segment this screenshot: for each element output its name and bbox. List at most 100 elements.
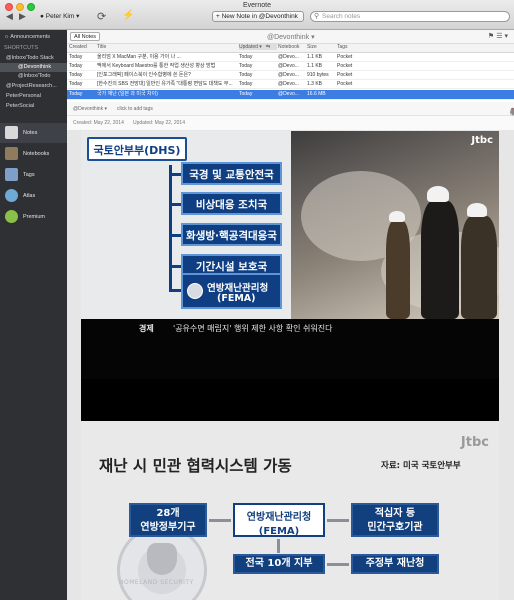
column-title[interactable]: Title [97,44,237,50]
back-arrow-icon[interactable]: ◀ [6,11,13,22]
shortcut-peter-personal[interactable]: PeterPersonal [0,92,67,101]
sync-icon[interactable]: ⟳ [97,10,106,23]
note-updated: Today [239,72,253,78]
account-menu[interactable]: ● Peter Kim ▾ [40,12,79,20]
tag-icon [5,168,18,181]
double-arrow-icon [209,519,231,522]
slide-title: 재난 시 민관 협력시스템 가동 [99,457,292,475]
note-row[interactable]: Today [한수진의 SBS 전망대] 일반인 유가족 "대통령 면담도 대책… [67,80,514,89]
note-editor-toolbar: @Devonthink ▾ click to add tags ⏰✉▣➦ⓘ🗑 [67,102,514,117]
note-notebook: @Devo... [278,72,299,78]
add-tags-field[interactable]: click to add tags [117,106,153,112]
view-options[interactable]: ⚑☰▾ [488,32,510,40]
firefighter-helmet [389,211,405,222]
sidebar-announcements[interactable]: ☼ Announcements [0,32,67,42]
note-title: [한수진의 SBS 전망대] 일반인 유가족 "대통령 면담도 대책도 무... [97,81,233,87]
chevron-down-icon: ▾ [76,13,80,20]
note-row-selected[interactable]: Today 국가 재난 (일본 과 미국 차이) Today @Devo... … [67,90,514,100]
tag-filter-icon[interactable]: ⚑ [488,33,496,40]
new-note-label: + New Note in @Devonthink [216,13,298,20]
slide-source: 자료: 미국 국토안부부 [381,461,461,471]
private-relief-box: 적십자 등 민간구호기관 [351,503,439,537]
note-created: Today [69,72,83,78]
forward-arrow-icon[interactable]: ▶ [19,11,26,22]
dhs-unit-box: 국경 및 교통안전국 [181,162,282,185]
note-row[interactable]: Today 울리엄 X MacMan 구분, 이용 가이 나 ... Today… [67,53,514,62]
sidebar-item-notebooks[interactable]: Notebooks [0,144,67,164]
sidebar-announcements-label: Announcements [10,34,51,40]
rescuer-helmet [427,186,449,202]
sidebar-item-label: Premium [23,214,46,220]
regional-offices-box: 전국 10개 지부 [233,554,325,574]
fema-line-2: (FEMA) [217,293,256,304]
note-updated-date: Updated: May 22, 2014 [133,120,185,126]
federal-agencies-box: 28개 연방정부기구 [129,503,207,537]
shortcut-project-research[interactable]: @ProjectResearch... [0,82,67,91]
caption-text: '공유수면 매립지' 행위 제한 사항 확인 쉬워진다 [173,324,333,333]
search-icon: ⚲ [314,13,320,20]
sidebar-item-notes[interactable]: Notes [0,123,67,143]
shortcut-inbox-todo-stack[interactable]: @Inbox/Todo Stack [0,54,67,63]
notebook-icon [5,147,18,160]
search-field[interactable]: ⚲ Search notes [310,11,510,22]
note-updated: Today [239,81,253,87]
arrow-icon [327,563,349,566]
note-notebook: @Devo... [278,81,299,87]
notes-icon [5,126,18,139]
note-created: Today [69,91,83,97]
announcement-icon: ☼ [4,34,10,40]
fema-box-line-1: 연방재난관리청 [246,512,312,523]
column-updated-label: Updated [239,44,258,50]
trash-icon[interactable]: 🗑 [510,108,514,116]
activity-icon[interactable]: ⚡ [122,10,134,21]
note-tags: Pocket [337,63,353,69]
shortcut-inbox-todo[interactable]: @Inbox/Todo [0,72,67,81]
shortcuts-header: SHORTCUTS [4,45,39,51]
note-updated: Today [239,91,253,97]
dhs-unit-box: 비상대응 조치국 [181,192,282,215]
news-caption: 경제 '공유수면 매립지' 행위 제한 사항 확인 쉬워진다 [81,319,499,379]
column-created[interactable]: Created [69,44,97,50]
rescuer-figure [421,201,459,319]
sidebar-item-label: Atlas [23,193,36,199]
sidebar-item-atlas[interactable]: Atlas [0,186,67,206]
column-size[interactable]: Size [307,44,335,50]
chevron-down-icon[interactable]: ▾ [504,33,510,40]
column-notebook[interactable]: Notebook [278,44,306,50]
current-notebook-context[interactable]: @Devonthink ▾ [267,33,315,41]
fema-box-line-2: (FEMA) [258,526,300,537]
note-size: 1.1 KB [307,63,323,69]
fema-box: 연방재난관리청 (FEMA) [233,503,325,537]
sidebar-item-label: Notes [23,130,38,136]
column-tags[interactable]: Tags [337,44,397,50]
sidebar-item-label: Notebooks [23,151,50,157]
note-updated: Today [239,54,253,60]
dhs-org-chart: 국토안부부(DHS) 국경 및 교통안전국 비상대응 조치국 화생방·핵공격대응… [81,131,291,319]
sidebar-item-tags[interactable]: Tags [0,165,67,185]
sync-column-icon[interactable]: ⇆ [266,44,276,50]
shortcut-label: PeterPersonal [6,93,41,99]
note-image-3: Jtbc 재난 시 민관 협력시스템 가동 자료: 미국 국토안부부 HOMEL… [81,421,499,600]
seal-text: HOMELAND SECURITY [119,579,194,586]
search-placeholder: Search notes [322,13,361,20]
note-notebook-selector[interactable]: @Devonthink ▾ [73,106,107,112]
note-row[interactable]: Today [인포그래픽] 페이스북이 인수합병에 쓴 돈은? Today @D… [67,71,514,80]
context-label: @Devonthink [267,34,310,41]
eagle-icon [147,543,177,575]
note-tags: Pocket [337,72,353,78]
note-updated: Today [239,63,253,69]
sidebar-item-premium[interactable]: Premium [0,207,67,227]
shortcut-peter-social[interactable]: PeterSocial [0,102,67,111]
connector-line [277,539,280,553]
note-created-date: Created: May 22, 2014 [73,120,124,126]
sidebar-item-label: Tags [23,172,35,178]
globe-icon [5,189,18,202]
shortcut-devonthink[interactable]: @Devonthink [0,63,67,72]
all-notes-button[interactable]: All Notes [70,32,101,41]
note-image-1: 국토안부부(DHS) 국경 및 교통안전국 비상대응 조치국 화생방·핵공격대응… [81,131,499,379]
caption-category: 경제 [139,324,154,333]
notebook-selector-label: @Devonthink [73,106,104,112]
note-row[interactable]: Today 맥에서 Keyboard Maestro를 통한 작업 생산성 향상… [67,62,514,71]
note-title: [인포그래픽] 페이스북이 인수합병에 쓴 돈은? [97,72,191,78]
new-note-button[interactable]: + New Note in @Devonthink [212,11,304,22]
